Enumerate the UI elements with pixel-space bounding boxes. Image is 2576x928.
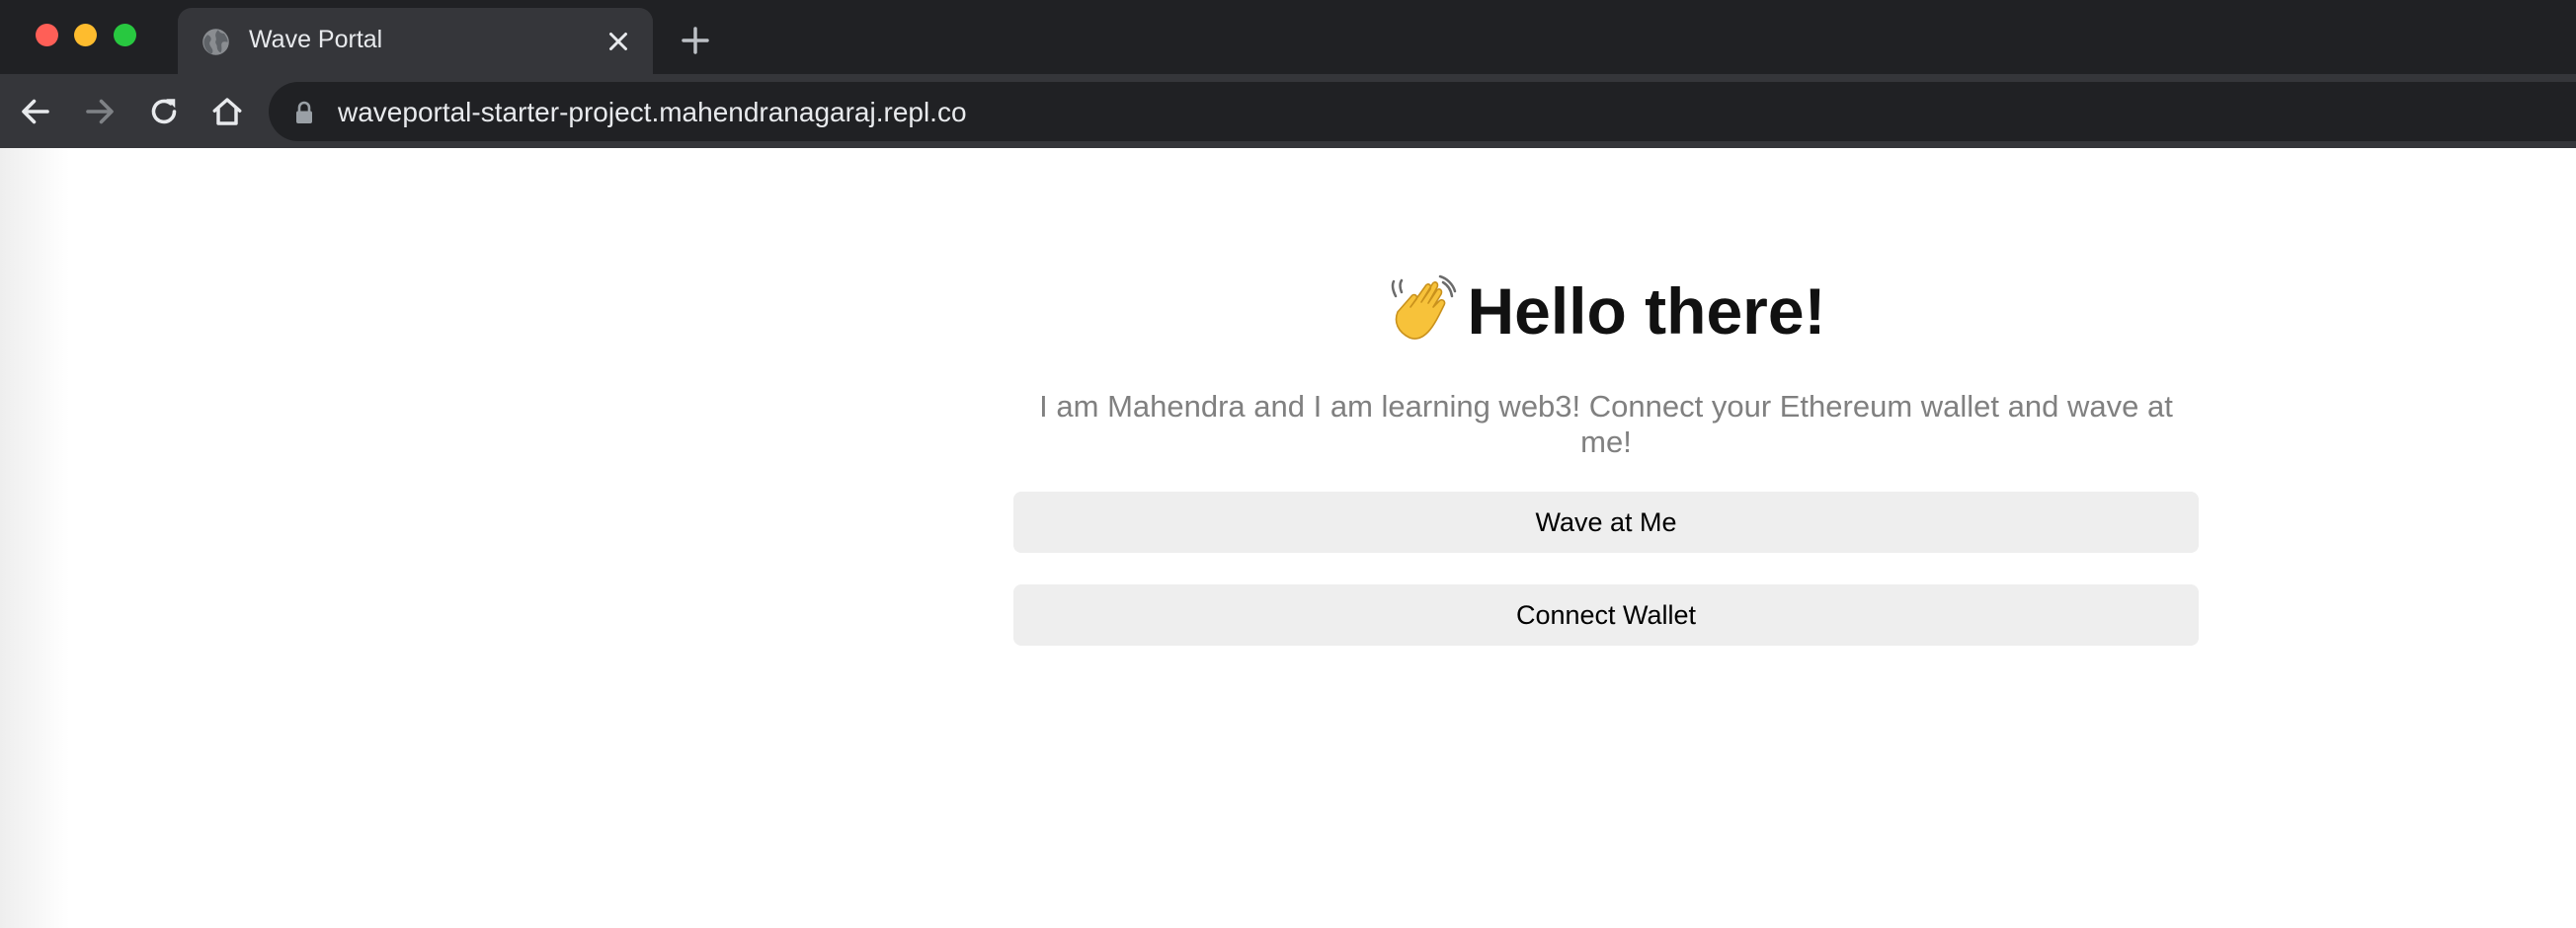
lock-icon bbox=[296, 101, 312, 123]
page-header: Hello there! bbox=[1013, 272, 2199, 348]
reload-icon[interactable] bbox=[146, 94, 182, 129]
bio-text: I am Mahendra and I am learning web3! Co… bbox=[1039, 389, 2173, 459]
page-viewport: Hello there! I am Mahendra and I am lear… bbox=[0, 148, 2576, 928]
plus-icon[interactable] bbox=[680, 25, 711, 56]
header-text: Hello there! bbox=[1467, 274, 1826, 348]
home-icon[interactable] bbox=[209, 94, 245, 129]
tab-title: Wave Portal bbox=[249, 26, 383, 53]
window-maximize-button[interactable] bbox=[114, 24, 136, 46]
wave-button[interactable]: Wave at Me bbox=[1013, 492, 2199, 553]
waving-hand-icon bbox=[1392, 274, 1457, 340]
url-text[interactable]: waveportal-starter-project.mahendranagar… bbox=[338, 97, 967, 128]
address-bar[interactable]: waveportal-starter-project.mahendranagar… bbox=[269, 82, 2576, 141]
globe-icon bbox=[202, 29, 229, 55]
browser-toolbar: waveportal-starter-project.mahendranagar… bbox=[0, 74, 2576, 148]
browser-tab-strip: Wave Portal bbox=[0, 0, 2576, 74]
window-close-button[interactable] bbox=[36, 24, 58, 46]
connect-wallet-button[interactable]: Connect Wallet bbox=[1013, 584, 2199, 646]
window-minimize-button[interactable] bbox=[74, 24, 97, 46]
arrow-right-icon[interactable] bbox=[82, 94, 118, 129]
close-icon[interactable] bbox=[604, 27, 633, 56]
left-edge-shadow bbox=[0, 148, 69, 928]
arrow-left-icon[interactable] bbox=[18, 94, 53, 129]
browser-tab[interactable]: Wave Portal bbox=[178, 8, 653, 74]
